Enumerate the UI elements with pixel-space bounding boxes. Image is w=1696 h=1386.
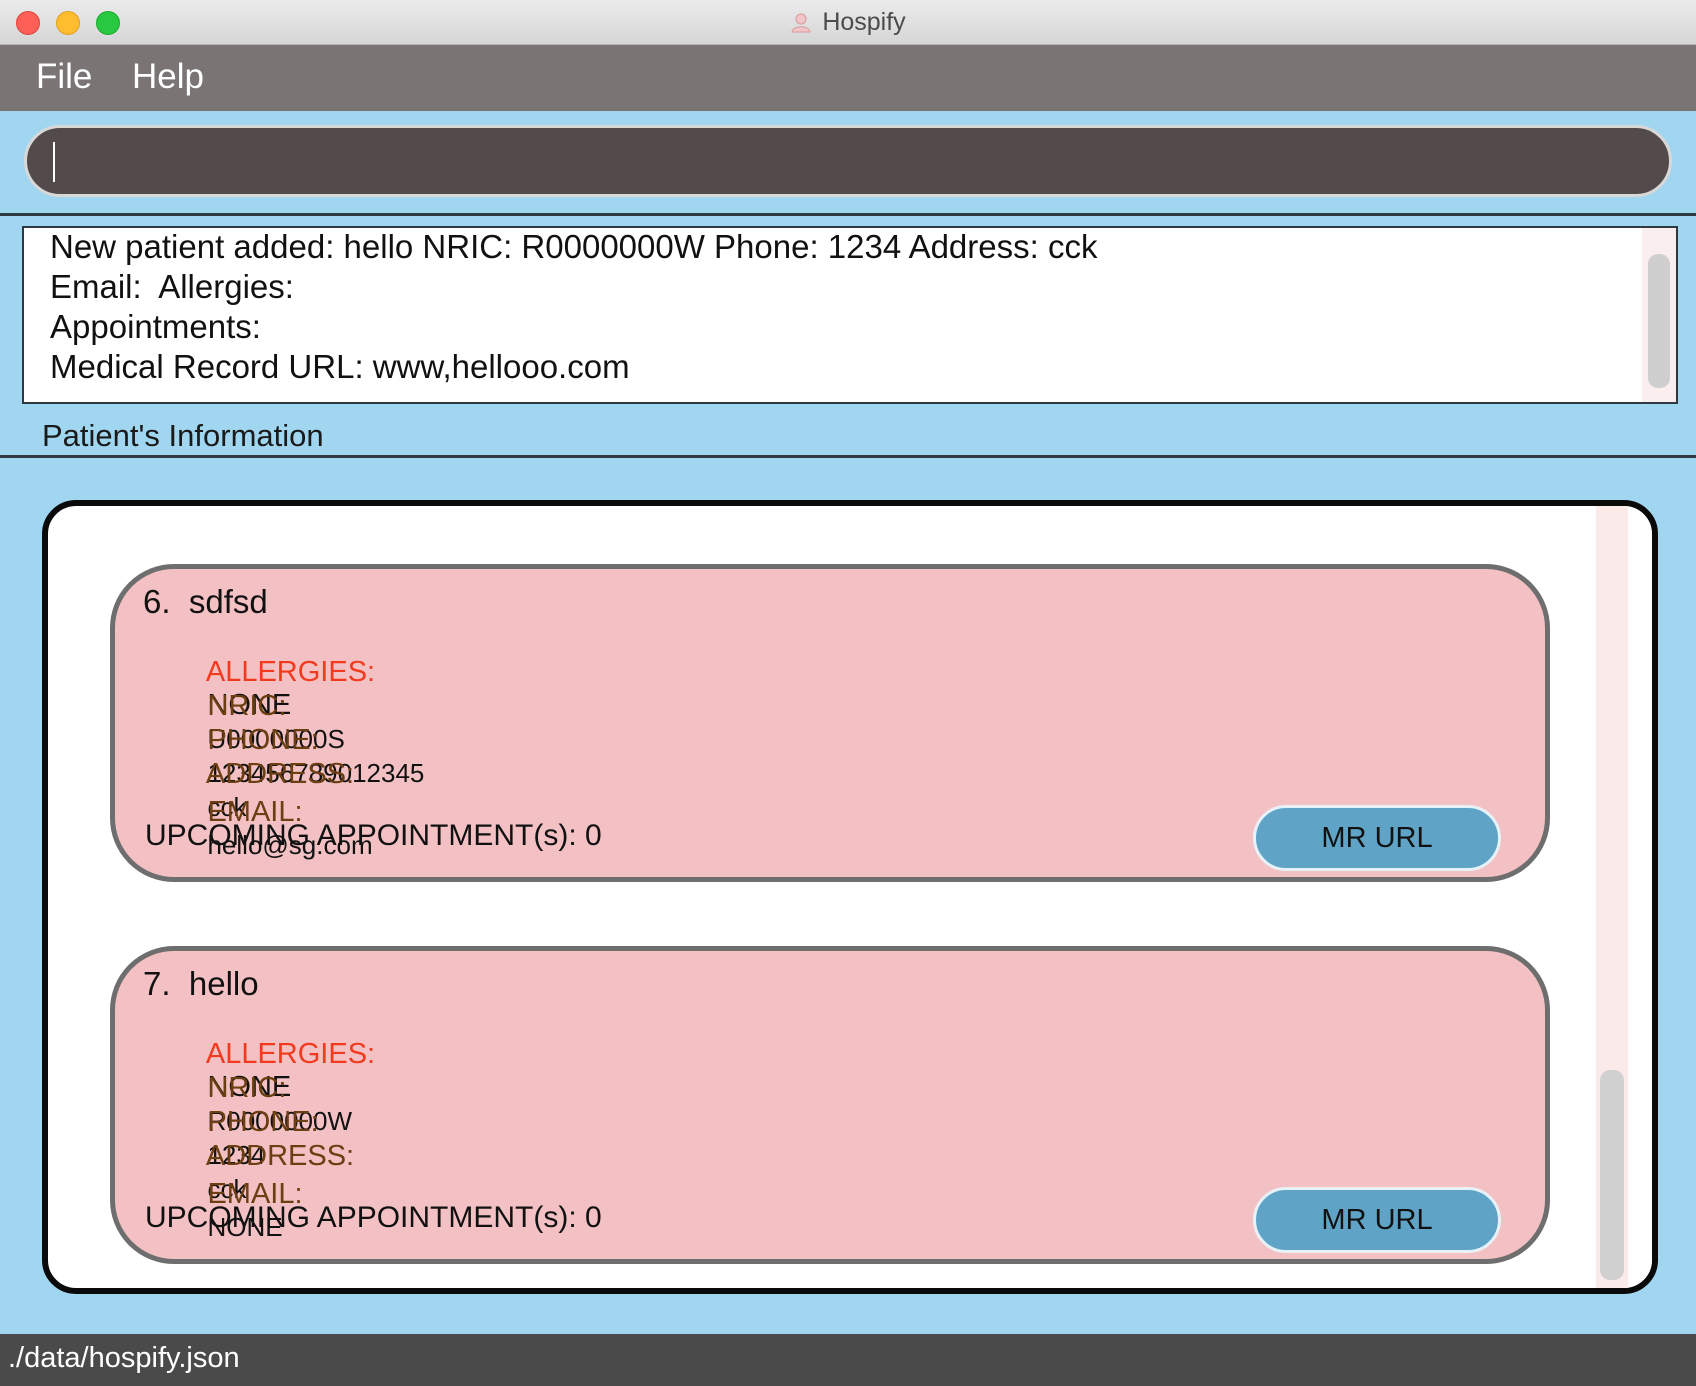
patient-list[interactable]: 6. sdfsd ALLERGIES: NONE NRIC: U0000000S… bbox=[42, 500, 1658, 1294]
result-line: Medical Record URL: www,hellooo.com bbox=[50, 348, 630, 385]
result-line: Appointments: bbox=[50, 308, 271, 345]
hospital-user-icon bbox=[791, 13, 811, 33]
upcoming-appointments: UPCOMING APPOINTMENT(s): 0 bbox=[145, 819, 602, 852]
menu-file[interactable]: File bbox=[36, 57, 92, 97]
result-line: Email: Allergies: bbox=[50, 268, 304, 305]
status-bar: ./data/hospify.json bbox=[0, 1334, 1696, 1386]
patient-name: 6. sdfsd bbox=[143, 583, 268, 620]
mr-url-button[interactable]: MR URL bbox=[1253, 1187, 1501, 1253]
command-input[interactable] bbox=[24, 125, 1672, 197]
title-bar: Hospify bbox=[0, 0, 1696, 45]
result-line: New patient added: hello NRIC: R0000000W… bbox=[50, 228, 1098, 265]
data-file-path: ./data/hospify.json bbox=[8, 1342, 240, 1374]
patient-card[interactable]: 7. hello ALLERGIES: NONE NRIC: R0000000W… bbox=[110, 946, 1550, 1264]
text-caret bbox=[53, 142, 55, 182]
result-scrollbar-thumb[interactable] bbox=[1648, 254, 1670, 388]
window-title: Hospify bbox=[0, 8, 1696, 37]
section-divider bbox=[0, 455, 1696, 458]
list-scrollbar-thumb[interactable] bbox=[1600, 1070, 1624, 1280]
command-region bbox=[0, 111, 1696, 216]
window-title-text: Hospify bbox=[822, 8, 906, 36]
app-window: Hospify File Help New patient added: hel… bbox=[0, 0, 1696, 1386]
patient-name: 7. hello bbox=[143, 965, 259, 1002]
list-scrollbar-area bbox=[1594, 506, 1652, 1288]
mr-url-button[interactable]: MR URL bbox=[1253, 805, 1501, 871]
menu-bar: File Help bbox=[0, 45, 1696, 111]
result-display[interactable]: New patient added: hello NRIC: R0000000W… bbox=[22, 226, 1678, 404]
section-title: Patient's Information bbox=[42, 418, 324, 453]
upcoming-appointments: UPCOMING APPOINTMENT(s): 0 bbox=[145, 1201, 602, 1234]
menu-help[interactable]: Help bbox=[132, 57, 204, 97]
patient-card[interactable]: 6. sdfsd ALLERGIES: NONE NRIC: U0000000S… bbox=[110, 564, 1550, 882]
